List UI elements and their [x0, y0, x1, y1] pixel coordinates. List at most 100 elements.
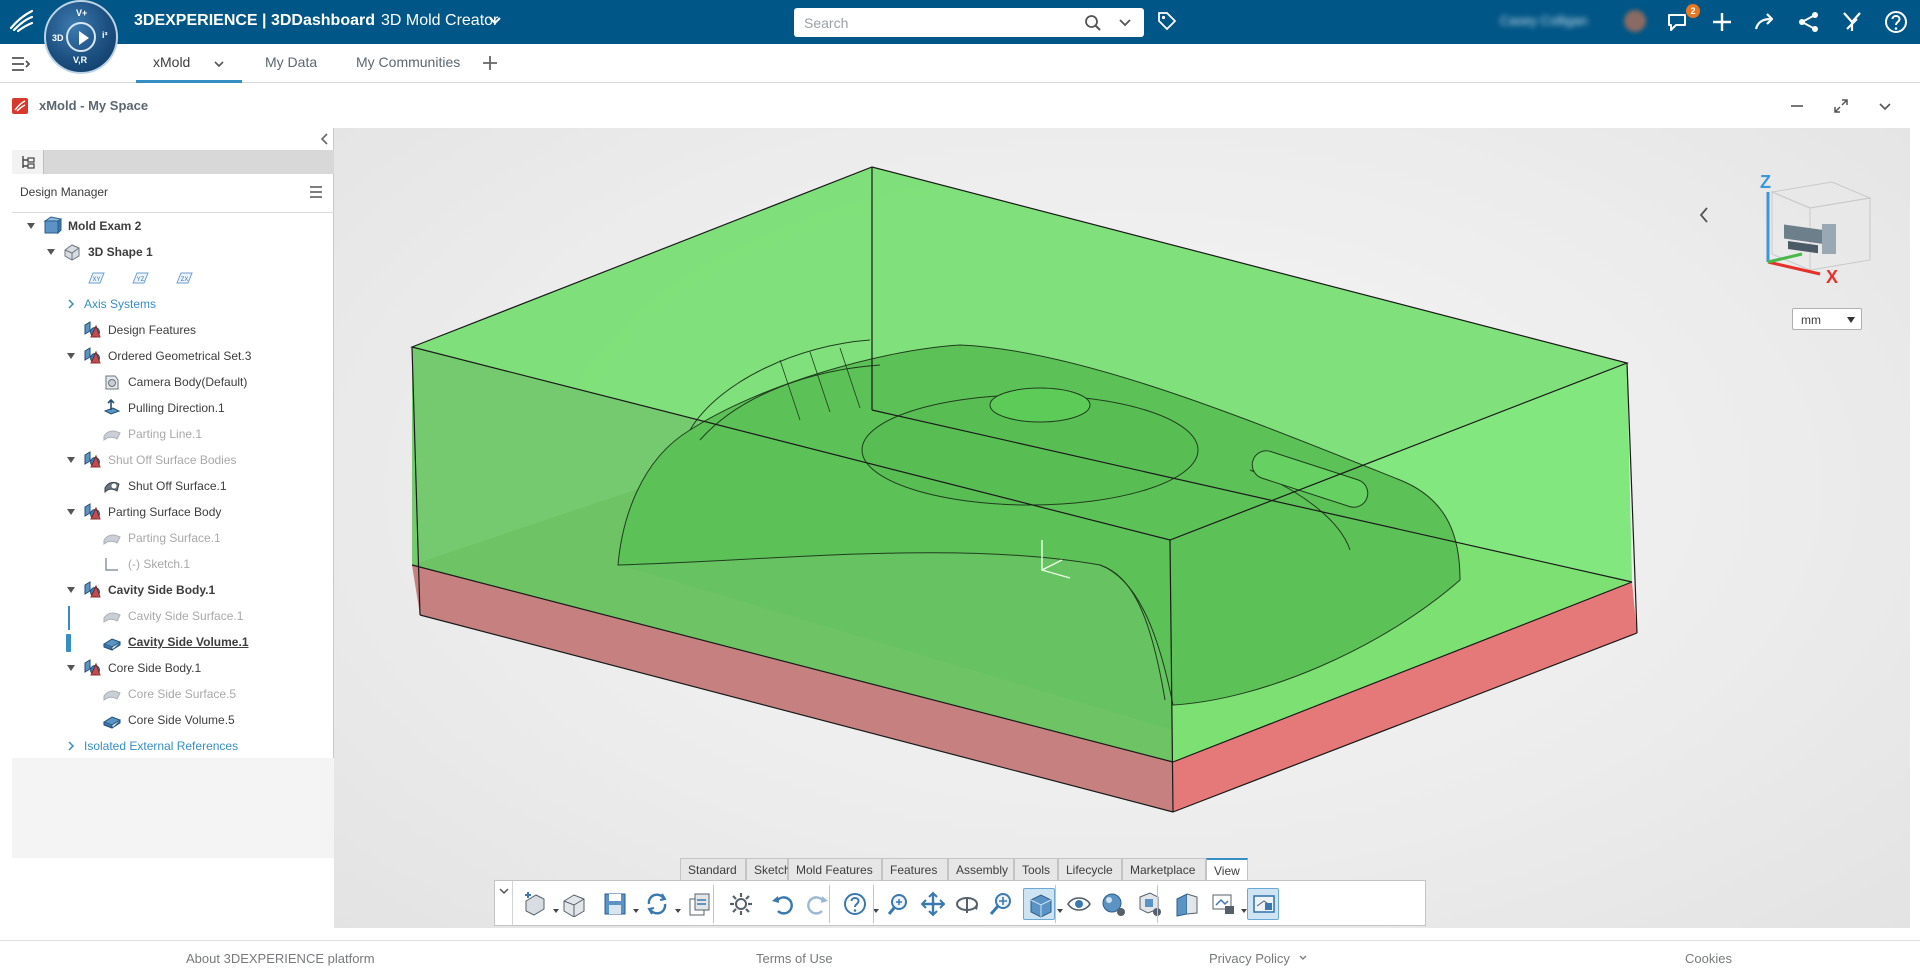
- action-tab-assembly[interactable]: Assembly: [948, 858, 1014, 880]
- chevron-down-icon[interactable]: [212, 57, 226, 71]
- view-mode-tool[interactable]: [1023, 888, 1055, 920]
- maximize-icon[interactable]: [1833, 98, 1849, 114]
- new-sketch-tool[interactable]: [519, 888, 551, 920]
- tree-tab[interactable]: [12, 150, 44, 174]
- undo-tool[interactable]: [767, 888, 799, 920]
- compass-button[interactable]: V+ 3D i³ V,R: [44, 0, 118, 74]
- chevron-down-icon[interactable]: [1877, 98, 1893, 114]
- action-tab-marketplace[interactable]: Marketplace: [1122, 858, 1206, 880]
- tree-node[interactable]: Core Side Surface.5: [12, 682, 334, 706]
- tab-my-data[interactable]: My Data: [265, 54, 317, 70]
- save-tool[interactable]: [599, 888, 631, 920]
- refresh-tool[interactable]: [641, 888, 673, 920]
- ds-logo-icon[interactable]: [8, 8, 36, 34]
- avatar[interactable]: [1624, 10, 1646, 32]
- share-arrow-icon[interactable]: [1752, 9, 1778, 35]
- tree-node[interactable]: Core Side Volume.5: [12, 708, 334, 732]
- design-manager-panel: Design Manager Mold Exam 2 3D Shape 1 XY YZ…: [12, 128, 334, 858]
- tree-node[interactable]: Isolated External References: [12, 734, 334, 758]
- tree-node[interactable]: Shut Off Surface Bodies: [12, 448, 334, 472]
- plane-xy-icon[interactable]: XY: [86, 268, 106, 288]
- side-menu-icon[interactable]: [10, 54, 32, 74]
- tree-node[interactable]: Shut Off Surface.1: [12, 474, 334, 498]
- chevron-down-icon[interactable]: [1118, 16, 1132, 30]
- tree-node[interactable]: Cavity Side Body.1: [12, 578, 334, 602]
- footer-link-terms[interactable]: Terms of Use: [756, 951, 833, 966]
- action-tab-standard[interactable]: Standard: [680, 858, 746, 880]
- user-name[interactable]: Casey Colligan: [1500, 13, 1620, 29]
- tree-node[interactable]: Ordered Geometrical Set.3: [12, 344, 334, 368]
- expand-triangle-icon[interactable]: [66, 351, 76, 361]
- display-tool[interactable]: [1247, 888, 1279, 920]
- tree-node[interactable]: XY YZ ZX: [12, 266, 334, 290]
- chevron-right-icon[interactable]: [66, 299, 76, 309]
- expand-triangle-icon[interactable]: [66, 455, 76, 465]
- tree-node[interactable]: Core Side Body.1: [12, 656, 334, 680]
- chevron-right-icon[interactable]: [66, 741, 76, 751]
- plus-icon[interactable]: [1709, 9, 1735, 35]
- expand-triangle-icon[interactable]: [66, 663, 76, 673]
- tree-node[interactable]: Cavity Side Surface.1: [12, 604, 334, 630]
- search-input[interactable]: [804, 13, 1064, 33]
- tree-node[interactable]: 3D Shape 1: [12, 240, 334, 264]
- tree-node[interactable]: (-) Sketch.1: [12, 552, 334, 576]
- settings-tool[interactable]: [725, 888, 757, 920]
- apps-compass-icon[interactable]: [1839, 9, 1865, 35]
- action-bar-toggle[interactable]: [495, 881, 513, 925]
- dropdown-caret-icon[interactable]: [675, 909, 681, 913]
- action-tab-mold-features[interactable]: Mold Features: [788, 858, 882, 880]
- tree-node[interactable]: Cavity Side Volume.1: [12, 630, 334, 654]
- shape-tool[interactable]: [557, 888, 589, 920]
- tree-node[interactable]: Parting Line.1: [12, 422, 334, 446]
- search-icon[interactable]: [1084, 14, 1102, 32]
- plane-yz-icon[interactable]: YZ: [130, 268, 150, 288]
- expand-triangle-icon[interactable]: [46, 247, 56, 257]
- action-tab-sketch[interactable]: Sketch: [746, 858, 791, 880]
- footer-link-privacy[interactable]: Privacy Policy: [1209, 951, 1308, 966]
- rotate-tool[interactable]: [951, 888, 983, 920]
- action-tab-features[interactable]: Features: [882, 858, 948, 880]
- help-icon[interactable]: [1883, 9, 1909, 35]
- plane-zx-icon[interactable]: ZX: [174, 268, 194, 288]
- chevron-left-icon[interactable]: [1697, 205, 1711, 225]
- share-network-icon[interactable]: [1796, 9, 1822, 35]
- tab-my-communities[interactable]: My Communities: [356, 54, 460, 70]
- capture-tool[interactable]: [1207, 888, 1239, 920]
- expand-triangle-icon[interactable]: [66, 507, 76, 517]
- help-tool[interactable]: [839, 888, 871, 920]
- tree-node[interactable]: Parting Surface Body: [12, 500, 334, 524]
- expand-triangle-icon[interactable]: [26, 221, 36, 231]
- replace-tool[interactable]: [683, 888, 715, 920]
- hide-show-tool[interactable]: [1063, 888, 1095, 920]
- tree-node[interactable]: Pulling Direction.1: [12, 396, 334, 420]
- tree-node[interactable]: Parting Surface.1: [12, 526, 334, 550]
- render-tool[interactable]: [1097, 888, 1129, 920]
- footer-link-cookies[interactable]: Cookies: [1685, 951, 1732, 966]
- fit-all-tool[interactable]: [883, 888, 915, 920]
- minimize-icon[interactable]: [1789, 98, 1805, 114]
- tree-node[interactable]: Design Features: [12, 318, 334, 342]
- lighting-tool[interactable]: [1133, 888, 1165, 920]
- add-tab-icon[interactable]: [480, 53, 500, 73]
- chevron-down-icon[interactable]: [488, 14, 502, 28]
- view-cube[interactable]: Z X: [1752, 170, 1882, 290]
- section-tool[interactable]: [1171, 888, 1203, 920]
- action-tab-view[interactable]: View: [1206, 858, 1248, 880]
- app-name[interactable]: 3D Mold Creator: [381, 12, 498, 29]
- dropdown-caret-icon[interactable]: [633, 909, 639, 913]
- expand-triangle-icon[interactable]: [66, 585, 76, 595]
- tree-node[interactable]: Camera Body(Default): [12, 370, 334, 394]
- action-tab-lifecycle[interactable]: Lifecycle: [1058, 858, 1122, 880]
- action-tab-tools[interactable]: Tools: [1014, 858, 1058, 880]
- collapse-panel-icon[interactable]: [319, 132, 331, 146]
- footer-link-about[interactable]: About 3DEXPERIENCE platform: [186, 951, 375, 966]
- menu-icon[interactable]: [308, 184, 324, 200]
- 3d-viewport[interactable]: [334, 128, 1910, 928]
- tab-xmold[interactable]: xMold: [153, 54, 190, 70]
- tree-node[interactable]: Axis Systems: [12, 292, 334, 316]
- tree-node[interactable]: Mold Exam 2: [12, 214, 334, 238]
- unit-select[interactable]: mm: [1792, 308, 1862, 330]
- tag-icon[interactable]: [1156, 10, 1178, 32]
- pan-tool[interactable]: [917, 888, 949, 920]
- zoom-tool[interactable]: [985, 888, 1017, 920]
